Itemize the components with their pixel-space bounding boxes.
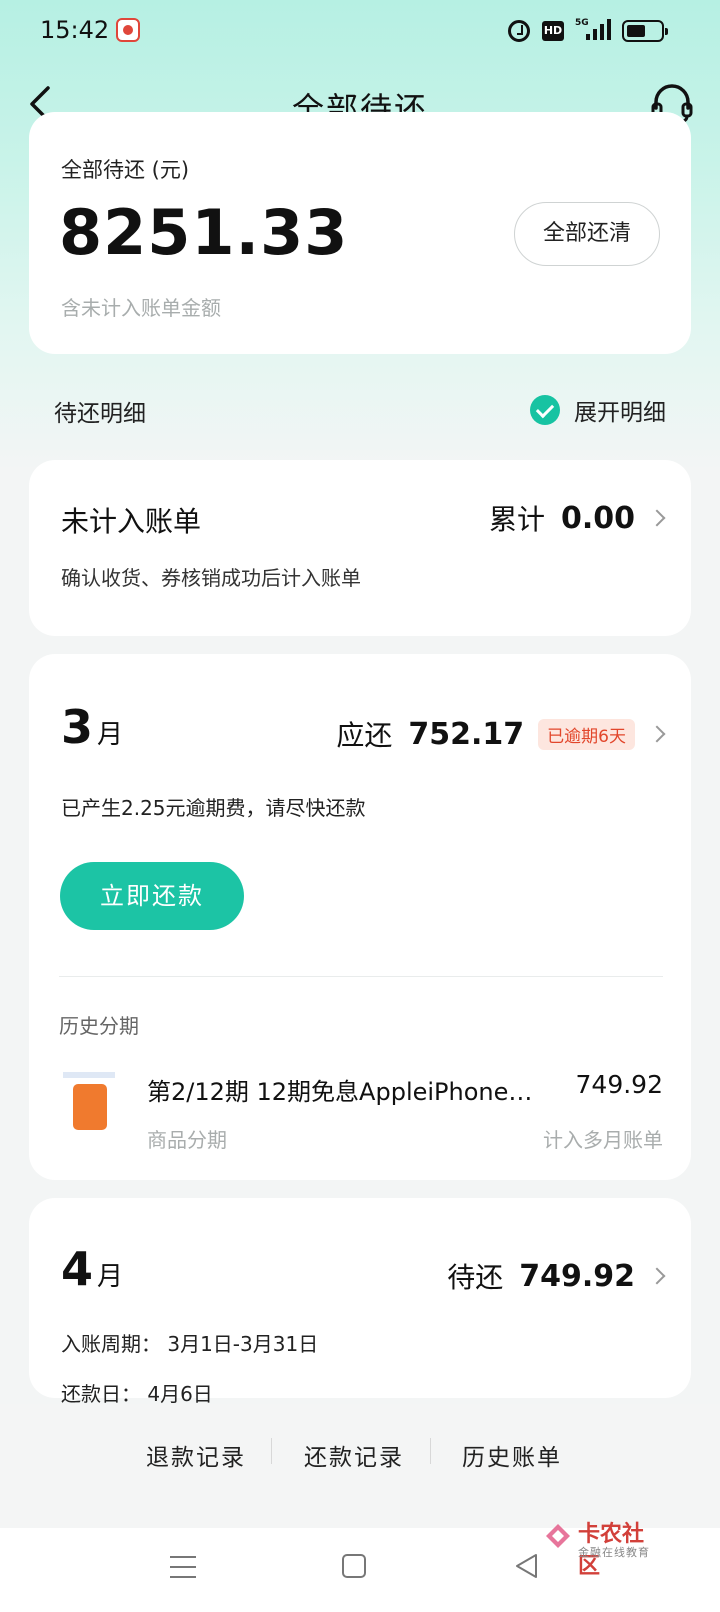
- april-due-summary[interactable]: 待还 749.92: [447, 1256, 666, 1296]
- divider: [430, 1438, 431, 1464]
- total-due-amount: 8251.33: [59, 196, 349, 269]
- detail-title: 待还明细: [54, 401, 146, 427]
- expand-detail-label: 展开明细: [574, 400, 666, 426]
- month-unit: 月: [97, 720, 124, 750]
- due-value: 752.17: [408, 716, 525, 752]
- installment-amount: 749.92: [575, 1070, 663, 1099]
- late-fee-note: 已产生2.25元逾期费，请尽快还款: [61, 796, 366, 820]
- billing-cycle: 入账周期： 3月1日-3月31日: [61, 1332, 319, 1356]
- watermark: 卡农社区 金融在线教育: [542, 1516, 664, 1579]
- unbilled-total-label: 累计: [488, 503, 545, 536]
- unbilled-total-value: 0.00: [560, 500, 635, 536]
- due-value: 749.92: [519, 1258, 635, 1294]
- unbilled-description: 确认收货、券核销成功后计入账单: [61, 566, 361, 590]
- due-label: 应还: [336, 719, 393, 752]
- chevron-right-icon: [648, 509, 666, 527]
- watermark-subtitle: 金融在线教育: [578, 1546, 650, 1559]
- history-installment-label: 历史分期: [59, 1014, 139, 1038]
- hd-icon: HD: [542, 21, 564, 41]
- repayment-records-link[interactable]: 还款记录: [304, 1438, 404, 1472]
- status-time: 15:42: [40, 16, 110, 44]
- month-title: 3月: [61, 700, 123, 754]
- due-label: 待还: [447, 1261, 504, 1294]
- check-circle-icon: [530, 395, 560, 425]
- bill-history-link[interactable]: 历史账单: [462, 1438, 562, 1472]
- status-bar: 15:42 HD 5G: [0, 0, 720, 64]
- back-triangle-icon[interactable]: [514, 1552, 540, 1580]
- summary-card: 全部待还 (元) 8251.33 全部还清 含未计入账单金额: [29, 112, 691, 354]
- repayment-day: 还款日： 4月6日: [61, 1382, 213, 1406]
- installment-title[interactable]: 第2/12期 12期免息AppleiPhone 15 Pro Max: [147, 1072, 537, 1107]
- month-number: 4: [61, 1242, 94, 1296]
- bottom-links: 退款记录 还款记录 历史账单: [0, 1404, 720, 1528]
- signal-5g-icon: 5G: [575, 18, 611, 40]
- overdue-badge: 已逾期6天: [538, 718, 635, 750]
- detail-header: 待还明细 展开明细: [54, 390, 666, 430]
- unbilled-title: 未计入账单: [61, 505, 202, 538]
- repay-now-button[interactable]: 立即还款: [60, 862, 244, 930]
- refund-records-link[interactable]: 退款记录: [146, 1438, 246, 1472]
- march-bill-card: 3月 应还 752.17 已逾期6天 已产生2.25元逾期费，请尽快还款 立即还…: [29, 654, 691, 1180]
- home-icon[interactable]: [342, 1554, 366, 1578]
- chevron-right-icon: [648, 1267, 666, 1285]
- march-due-summary[interactable]: 应还 752.17 已逾期6天: [336, 714, 666, 754]
- summary-label: 全部待还 (元): [61, 158, 190, 182]
- month-unit: 月: [97, 1262, 124, 1292]
- summary-note: 含未计入账单金额: [61, 296, 221, 320]
- divider: [59, 976, 663, 977]
- month-title: 4月: [61, 1242, 123, 1296]
- installment-type: 商品分期: [147, 1128, 227, 1152]
- pay-off-all-button[interactable]: 全部还清: [514, 202, 660, 266]
- unbilled-card[interactable]: 未计入账单 累计 0.00 确认收货、券核销成功后计入账单: [29, 460, 691, 636]
- chevron-right-icon: [648, 725, 666, 743]
- month-number: 3: [61, 700, 94, 754]
- alarm-icon: [508, 20, 530, 42]
- divider: [271, 1438, 272, 1464]
- carrier-app-icon: [116, 18, 140, 42]
- battery-icon: [622, 20, 668, 42]
- expand-detail-toggle[interactable]: 展开明细: [530, 390, 666, 430]
- april-bill-card: 4月 待还 749.92 入账周期： 3月1日-3月31日 还款日： 4月6日: [29, 1198, 691, 1406]
- svg-text:5G: 5G: [575, 18, 589, 28]
- installment-note: 计入多月账单: [543, 1128, 663, 1152]
- watermark-logo-icon: [546, 1524, 570, 1548]
- unbilled-total: 累计 0.00: [488, 498, 666, 538]
- product-thumbnail: [61, 1070, 117, 1136]
- menu-icon[interactable]: [170, 1556, 196, 1578]
